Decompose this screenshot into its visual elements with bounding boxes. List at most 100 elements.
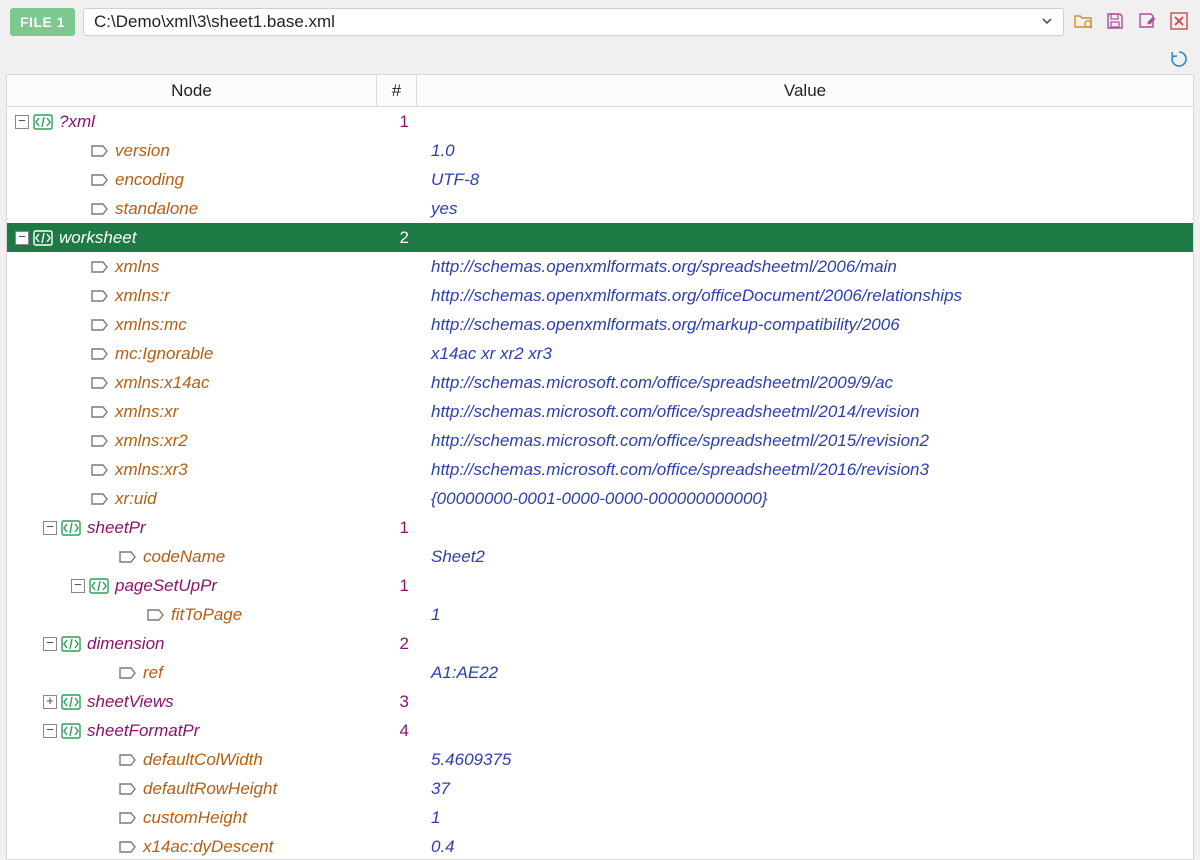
node-cell: ref bbox=[7, 658, 377, 687]
tree-row[interactable]: defaultRowHeight37 bbox=[7, 774, 1193, 803]
collapse-icon[interactable]: − bbox=[43, 724, 57, 738]
path-input[interactable] bbox=[94, 12, 1037, 32]
close-icon[interactable] bbox=[1168, 10, 1190, 32]
tree-row[interactable]: defaultColWidth 5.4609375 bbox=[7, 745, 1193, 774]
node-name: sheetPr bbox=[87, 518, 146, 538]
refresh-row bbox=[0, 48, 1200, 74]
value-cell: http://schemas.openxmlformats.org/office… bbox=[417, 286, 1193, 306]
node-index: 3 bbox=[400, 692, 409, 711]
value-cell: http://schemas.microsoft.com/office/spre… bbox=[417, 373, 1193, 393]
node-cell: − ?xml bbox=[7, 107, 377, 136]
value-cell: 5.4609375 bbox=[417, 750, 1193, 770]
value-cell: 1 bbox=[417, 808, 1193, 828]
tree-row[interactable]: − ?xml 1 bbox=[7, 107, 1193, 136]
num-cell: 3 bbox=[377, 692, 417, 712]
tree-row[interactable]: + sheetViews 3 bbox=[7, 687, 1193, 716]
num-cell: 1 bbox=[377, 112, 417, 132]
tree-row[interactable]: xmlns:mchttp://schemas.openxmlformats.or… bbox=[7, 310, 1193, 339]
num-cell: 2 bbox=[377, 634, 417, 654]
value-cell: http://schemas.openxmlformats.org/markup… bbox=[417, 315, 1193, 335]
tree-row[interactable]: xmlns:xr2http://schemas.microsoft.com/of… bbox=[7, 426, 1193, 455]
save-edit-icon[interactable] bbox=[1136, 10, 1158, 32]
node-name: sheetViews bbox=[87, 692, 174, 712]
value-cell: 37 bbox=[417, 779, 1193, 799]
node-name: xmlns:r bbox=[115, 286, 170, 306]
node-name: standalone bbox=[115, 199, 198, 219]
topbar: FILE 1 bbox=[0, 0, 1200, 48]
tree-row[interactable]: −pageSetUpPr 1 bbox=[7, 571, 1193, 600]
tree-row[interactable]: customHeight 1 bbox=[7, 803, 1193, 832]
tree-row[interactable]: −sheetPr1 bbox=[7, 513, 1193, 542]
tree-row[interactable]: x14ac:dyDescent0.4 bbox=[7, 832, 1193, 859]
node-cell: xmlns:xr bbox=[7, 397, 377, 426]
node-name: ref bbox=[143, 663, 163, 683]
save-icon[interactable] bbox=[1104, 10, 1126, 32]
node-name: xmlns:xr3 bbox=[115, 460, 188, 480]
column-header-node[interactable]: Node bbox=[7, 75, 377, 106]
attribute-icon bbox=[89, 375, 109, 391]
value-cell: 1.0 bbox=[417, 141, 1193, 161]
node-name: defaultColWidth bbox=[143, 750, 263, 770]
tree-row[interactable]: refA1:AE22 bbox=[7, 658, 1193, 687]
element-icon bbox=[61, 694, 81, 710]
node-cell: −pageSetUpPr bbox=[7, 571, 377, 600]
attribute-icon bbox=[89, 404, 109, 420]
chevron-down-icon[interactable] bbox=[1037, 15, 1057, 30]
node-name: codeName bbox=[143, 547, 225, 567]
attribute-icon bbox=[89, 317, 109, 333]
value-cell: UTF-8 bbox=[417, 170, 1193, 190]
tree-row[interactable]: xmlns:xrhttp://schemas.microsoft.com/off… bbox=[7, 397, 1193, 426]
attribute-icon bbox=[145, 607, 165, 623]
tree-row[interactable]: standaloneyes bbox=[7, 194, 1193, 223]
tree-row[interactable]: fitToPage1 bbox=[7, 600, 1193, 629]
attribute-icon bbox=[89, 433, 109, 449]
tree-row[interactable]: xr:uid {00000000-0001-0000-0000-000000000… bbox=[7, 484, 1193, 513]
collapse-icon[interactable]: − bbox=[43, 637, 57, 651]
node-cell: xmlns:xr3 bbox=[7, 455, 377, 484]
expand-icon[interactable]: + bbox=[43, 695, 57, 709]
value-cell: http://schemas.microsoft.com/office/spre… bbox=[417, 460, 1193, 480]
collapse-icon[interactable]: − bbox=[15, 115, 29, 129]
tree-row[interactable]: −worksheet2 bbox=[7, 223, 1193, 252]
grid-area: Node # Value −?xml1version1.0encodingUTF… bbox=[6, 74, 1194, 860]
node-name: x14ac:dyDescent bbox=[143, 837, 273, 857]
column-header-num[interactable]: # bbox=[377, 75, 417, 106]
element-icon bbox=[33, 230, 53, 246]
grid-header: Node # Value bbox=[7, 75, 1193, 107]
tree-row[interactable]: encodingUTF-8 bbox=[7, 165, 1193, 194]
tree-row[interactable]: mc:Ignorablex14ac xr xr2 xr3 bbox=[7, 339, 1193, 368]
tree-row[interactable]: xmlns:xr3 http://schemas.microsoft.com/of… bbox=[7, 455, 1193, 484]
node-name: ?xml bbox=[59, 112, 95, 132]
column-header-value[interactable]: Value bbox=[417, 75, 1193, 106]
node-cell: customHeight bbox=[7, 803, 377, 832]
node-cell: −dimension bbox=[7, 629, 377, 658]
node-index: 2 bbox=[400, 634, 409, 653]
collapse-icon[interactable]: − bbox=[71, 579, 85, 593]
node-index: 1 bbox=[400, 576, 409, 595]
refresh-icon[interactable] bbox=[1168, 48, 1190, 70]
attribute-icon bbox=[117, 665, 137, 681]
node-cell: fitToPage bbox=[7, 600, 377, 629]
tree-row[interactable]: −sheetFormatPr4 bbox=[7, 716, 1193, 745]
attribute-icon bbox=[89, 462, 109, 478]
tree-row[interactable]: −dimension 2 bbox=[7, 629, 1193, 658]
node-cell: standalone bbox=[7, 194, 377, 223]
node-name: worksheet bbox=[59, 228, 136, 248]
tree-row[interactable]: xmlns:r http://schemas.openxmlformats.org… bbox=[7, 281, 1193, 310]
value-cell: {00000000-0001-0000-0000-000000000000} bbox=[417, 489, 1193, 509]
collapse-icon[interactable]: − bbox=[15, 231, 29, 245]
tree-rows[interactable]: −?xml1version1.0encodingUTF-8standaloney… bbox=[7, 107, 1193, 859]
attribute-icon bbox=[117, 752, 137, 768]
tree-row[interactable]: version 1.0 bbox=[7, 136, 1193, 165]
tree-row[interactable]: xmlnshttp://schemas.openxmlformats.org/s… bbox=[7, 252, 1193, 281]
path-field[interactable] bbox=[83, 8, 1064, 36]
tree-row[interactable]: codeNameSheet2 bbox=[7, 542, 1193, 571]
tree-row[interactable]: xmlns:x14achttp://schemas.microsoft.com/… bbox=[7, 368, 1193, 397]
open-folder-icon[interactable] bbox=[1072, 10, 1094, 32]
collapse-icon[interactable]: − bbox=[43, 521, 57, 535]
node-cell: xr:uid bbox=[7, 484, 377, 513]
node-cell: version bbox=[7, 136, 377, 165]
attribute-icon bbox=[89, 201, 109, 217]
element-icon bbox=[33, 114, 53, 130]
attribute-icon bbox=[117, 810, 137, 826]
